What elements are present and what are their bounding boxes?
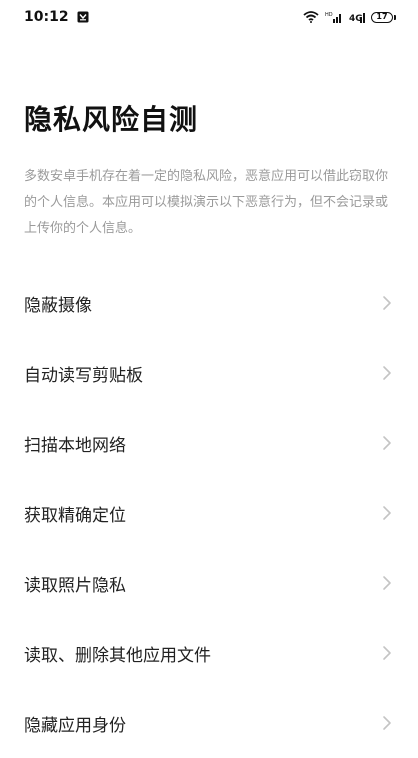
- risk-test-menu: 隐蔽摄像 自动读写剪贴板 扫描本地网络 获取精确定位 读取照片隐私 读取、删除其…: [0, 268, 418, 758]
- menu-item-photo-privacy[interactable]: 读取照片隐私: [0, 548, 418, 618]
- chevron-right-icon: [383, 506, 391, 520]
- page-title: 隐私风险自测: [24, 103, 199, 136]
- chevron-right-icon: [383, 576, 391, 590]
- signal-icon: HD: [325, 12, 341, 23]
- hd-signal-icon: 4G: [349, 13, 365, 23]
- svg-text:HD: HD: [325, 12, 333, 18]
- menu-item-hide-app-identity[interactable]: 隐藏应用身份: [0, 688, 418, 758]
- menu-item-label: 读取、删除其他应用文件: [24, 645, 211, 666]
- battery-level: 17: [371, 11, 393, 23]
- status-time: 10:12: [24, 9, 69, 25]
- chevron-right-icon: [383, 716, 391, 730]
- menu-item-label: 隐藏应用身份: [24, 715, 126, 736]
- menu-item-label: 读取照片隐私: [24, 575, 126, 596]
- menu-item-hidden-camera[interactable]: 隐蔽摄像: [0, 268, 418, 338]
- chevron-right-icon: [383, 646, 391, 660]
- page-description: 多数安卓手机存在着一定的隐私风险，恶意应用可以借此窃取你的个人信息。本应用可以模…: [24, 169, 389, 236]
- notification-app-icon: [77, 11, 89, 23]
- menu-item-other-app-files[interactable]: 读取、删除其他应用文件: [0, 618, 418, 688]
- status-right: HD 4G 17: [303, 11, 396, 23]
- menu-item-label: 自动读写剪贴板: [24, 365, 143, 386]
- status-bar: 10:12 HD 4G 17: [0, 0, 418, 34]
- chevron-right-icon: [383, 436, 391, 450]
- battery-tip: [394, 14, 396, 20]
- menu-item-scan-network[interactable]: 扫描本地网络: [0, 408, 418, 478]
- menu-item-precise-location[interactable]: 获取精确定位: [0, 478, 418, 548]
- menu-item-clipboard[interactable]: 自动读写剪贴板: [0, 338, 418, 408]
- menu-item-label: 扫描本地网络: [24, 435, 126, 456]
- menu-item-label: 获取精确定位: [24, 505, 126, 526]
- status-left: 10:12: [24, 9, 89, 25]
- chevron-right-icon: [383, 296, 391, 310]
- wifi-icon: [303, 11, 319, 23]
- battery-icon: 17: [371, 11, 396, 23]
- menu-item-label: 隐蔽摄像: [24, 295, 92, 316]
- chevron-right-icon: [383, 366, 391, 380]
